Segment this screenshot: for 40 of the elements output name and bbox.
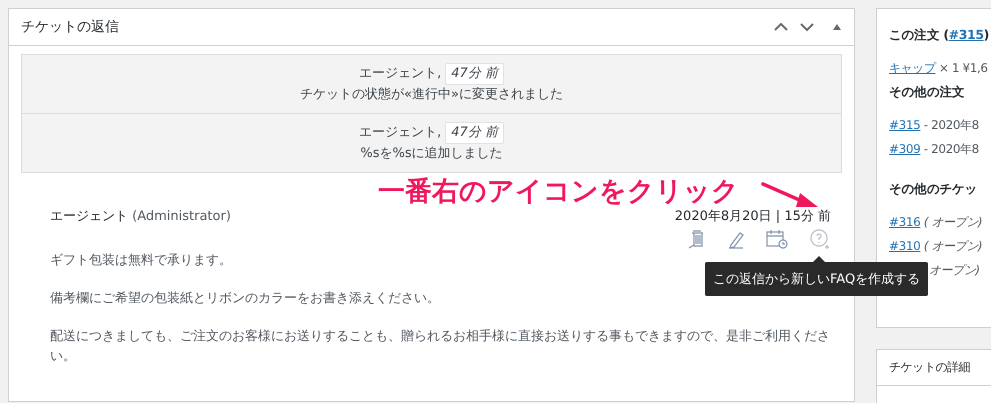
event-message: %sを%sに追加しました [359, 145, 504, 163]
section-title: この注文 ( [889, 27, 949, 42]
order-date: - 2020年8 [924, 142, 979, 156]
calendar-clock-icon[interactable] [766, 229, 788, 249]
ticket-status: ( オープン) [924, 239, 982, 253]
collapse-icon[interactable] [832, 23, 842, 31]
reply-paragraph: ギフト包装は無料で承ります。 [50, 252, 232, 270]
product-link[interactable]: キャップ [889, 61, 936, 75]
tooltip: この返信から新しいFAQを作成する [705, 262, 928, 296]
order-item-info: × 1 ¥1,6 [938, 61, 988, 75]
panel-title: チケットの詳細 [877, 350, 991, 386]
reply-paragraph: 備考欄にご希望の包装紙とリボンのカラーをお書き添えください。 [50, 290, 440, 308]
reply-date: 2020年8月20日 | 15分 前 [674, 208, 831, 225]
section-title: その他のチケッ [889, 181, 978, 198]
panel-title: チケットの返信 [21, 18, 120, 36]
order-date: - 2020年8 [924, 118, 979, 132]
annotation-arrow [760, 182, 820, 208]
event-time: 47分 前 [445, 63, 504, 85]
ticket-link[interactable]: #310 [889, 239, 920, 253]
section-title: ) [984, 27, 989, 42]
event-author: エージェント, [359, 66, 442, 81]
author-role: (Administrator) [132, 209, 231, 224]
move-up-icon[interactable] [774, 22, 788, 32]
section-title: その他の注文 [889, 84, 966, 101]
order-link[interactable]: #315 [889, 118, 920, 132]
reply-author: エージェント [50, 209, 128, 224]
move-down-icon[interactable] [800, 22, 814, 32]
ticket-link[interactable]: #316 [889, 215, 920, 229]
event-time: 47分 前 [445, 122, 504, 144]
ticket-status: オープン) [929, 263, 980, 277]
reply-paragraph: 配送につきましても、ご注文のお客様にお送りすることも、贈られるお相手様に直接お送りする事もできますので、是非ご利用ください。 [50, 328, 831, 366]
order-link[interactable]: #315 [948, 27, 984, 42]
question-plus-icon[interactable] [809, 229, 831, 249]
event-message: チケットの状態が«進行中»に変更されました [299, 86, 564, 104]
tooltip-pointer [813, 256, 825, 262]
trash-icon[interactable] [688, 229, 706, 249]
event-author: エージェント, [359, 125, 442, 140]
annotation-text: 一番右のアイコンをクリック [378, 178, 739, 205]
order-link[interactable]: #309 [889, 142, 920, 156]
ticket-status: ( オープン) [924, 215, 982, 229]
